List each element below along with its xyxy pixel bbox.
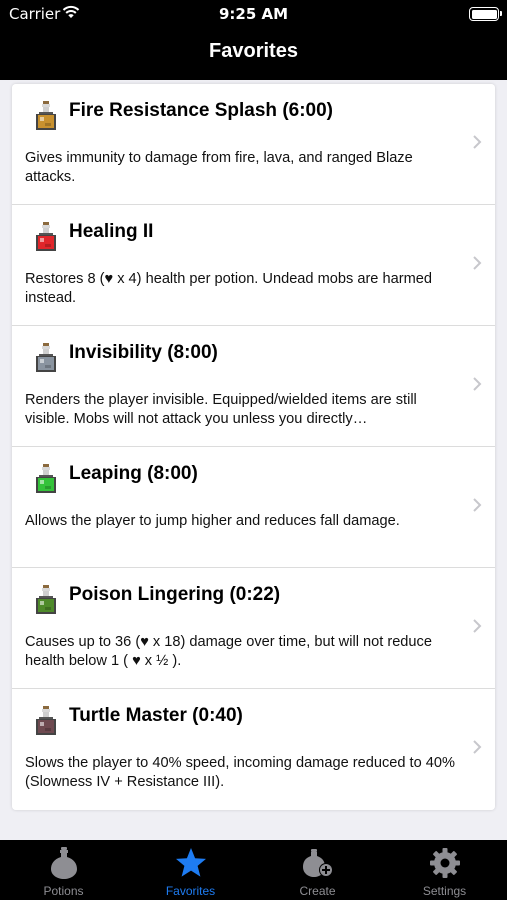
tab-potions[interactable]: Potions xyxy=(0,840,127,900)
chevron-right-icon xyxy=(473,135,482,149)
tab-label: Potions xyxy=(43,884,84,898)
chevron-right-icon xyxy=(473,256,482,270)
potion-title: Poison Lingering (0:22) xyxy=(69,584,281,605)
potion-title: Invisibility (8:00) xyxy=(69,342,218,363)
favorite-row[interactable]: Poison Lingering (0:22) Causes up to 36 … xyxy=(12,568,495,689)
chevron-right-icon xyxy=(473,740,482,754)
page-title: Favorites xyxy=(209,40,298,62)
potion-description: Slows the player to 40% speed, incoming … xyxy=(25,755,455,790)
tab-bar: Potions Favorites Create Settings xyxy=(0,840,507,900)
favorite-row[interactable]: Fire Resistance Splash (6:00) Gives immu… xyxy=(12,84,495,205)
potion-gray-icon xyxy=(36,343,56,372)
potion-brown-icon xyxy=(36,706,56,735)
tab-label: Settings xyxy=(422,884,467,898)
potion-title: Turtle Master (0:40) xyxy=(69,705,243,726)
favorite-row[interactable]: Healing II Restores 8 (♥ x 4) health per… xyxy=(12,205,495,326)
status-bar: Carrier 9:25 AM xyxy=(0,0,507,28)
favorites-list: Fire Resistance Splash (6:00) Gives immu… xyxy=(12,84,495,810)
tab-favorites[interactable]: Favorites xyxy=(127,840,254,900)
gear-icon xyxy=(430,848,460,878)
potion-description: Renders the player invisible. Equipped/w… xyxy=(25,392,417,427)
navigation-bar: Favorites xyxy=(0,28,507,80)
lingering-potion-green-icon xyxy=(36,585,56,614)
potion-title: Leaping (8:00) xyxy=(69,463,198,484)
favorite-row[interactable]: Invisibility (8:00) Renders the player i… xyxy=(12,326,495,447)
potion-green-icon xyxy=(36,464,56,493)
chevron-right-icon xyxy=(473,498,482,512)
potion-description: Allows the player to jump higher and red… xyxy=(25,513,400,529)
potion-description: Restores 8 (♥ x 4) health per potion. Un… xyxy=(25,271,432,306)
potion-title: Fire Resistance Splash (6:00) xyxy=(69,100,333,121)
favorite-row[interactable]: Leaping (8:00) Allows the player to jump… xyxy=(12,447,495,568)
potion-description: Gives immunity to damage from fire, lava… xyxy=(25,150,413,185)
chevron-right-icon xyxy=(473,619,482,633)
star-icon xyxy=(176,848,206,877)
tab-label: Create xyxy=(299,884,336,898)
potion-red-icon xyxy=(36,222,56,251)
potion-title: Healing II xyxy=(69,221,154,242)
potion-icon xyxy=(51,847,77,879)
create-potion-icon xyxy=(303,849,333,877)
tab-settings[interactable]: Settings xyxy=(381,840,507,900)
battery-icon xyxy=(469,7,502,21)
chevron-right-icon xyxy=(473,377,482,391)
splash-potion-orange-icon xyxy=(36,101,56,130)
potion-description: Causes up to 36 (♥ x 18) damage over tim… xyxy=(25,634,432,669)
tab-label: Favorites xyxy=(165,884,216,898)
favorite-row[interactable]: Turtle Master (0:40) Slows the player to… xyxy=(12,689,495,810)
clock: 9:25 AM xyxy=(218,5,289,23)
tab-create[interactable]: Create xyxy=(254,840,381,900)
